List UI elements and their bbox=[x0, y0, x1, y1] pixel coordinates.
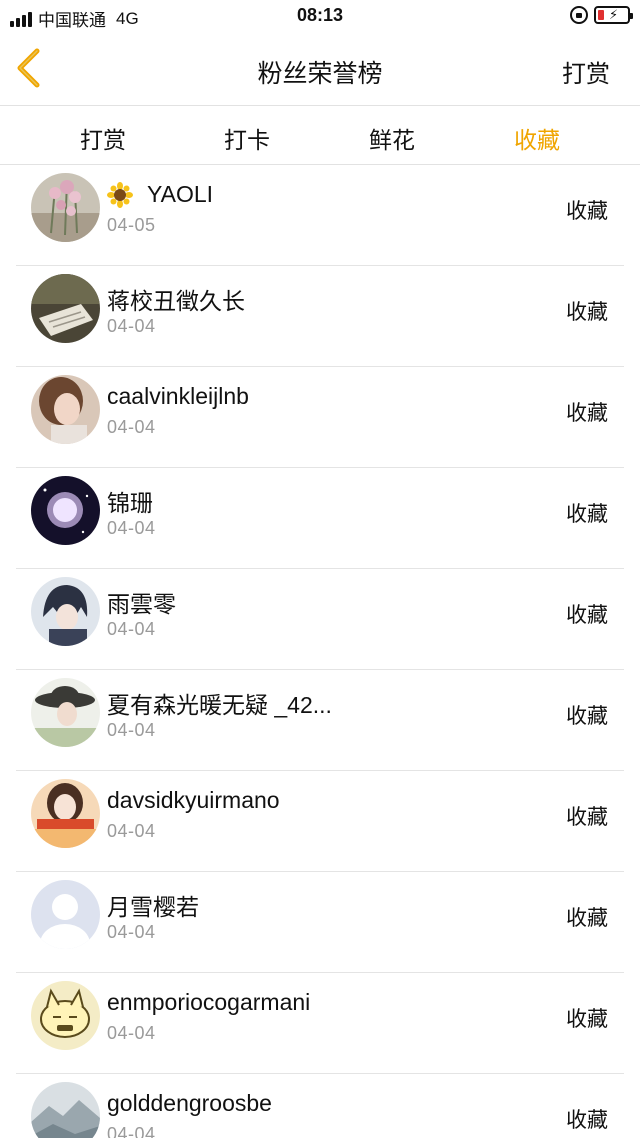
status-right: ⚡ bbox=[570, 6, 633, 24]
fan-date: 04-04 bbox=[107, 316, 156, 336]
tab-bar: 打赏 打卡 鲜花 收藏 bbox=[0, 107, 640, 165]
list-item[interactable]: 雨雲零 04-04 收藏 bbox=[16, 569, 624, 670]
fan-name: 月雪樱若 bbox=[107, 894, 199, 920]
list-item[interactable]: 锦珊 04-04 收藏 bbox=[16, 468, 624, 569]
battery-icon: ⚡ bbox=[594, 6, 633, 24]
page-title: 粉丝荣誉榜 bbox=[257, 60, 383, 88]
avatar bbox=[31, 779, 100, 848]
fan-date: 04-04 bbox=[107, 619, 156, 639]
favorite-label: 收藏 bbox=[566, 402, 608, 425]
avatar bbox=[31, 880, 100, 949]
fan-name: 雨雲零 bbox=[107, 591, 176, 617]
fan-date: 04-04 bbox=[107, 1124, 156, 1138]
list-item[interactable]: YAOLI 04-05 收藏 bbox=[16, 165, 624, 266]
fan-name: davsidkyuirmano bbox=[107, 787, 280, 813]
favorite-label: 收藏 bbox=[566, 1109, 608, 1132]
avatar bbox=[31, 577, 100, 646]
list-item[interactable]: 蒋校丑徵久长 04-04 收藏 bbox=[16, 266, 624, 367]
fan-date: 04-04 bbox=[107, 518, 156, 538]
favorite-label: 收藏 bbox=[566, 301, 608, 324]
tab-flowers[interactable]: 鲜花 bbox=[369, 121, 415, 155]
fan-date: 04-04 bbox=[107, 821, 156, 841]
list-item[interactable]: davsidkyuirmano 04-04 收藏 bbox=[16, 771, 624, 872]
favorite-label: 收藏 bbox=[566, 1008, 608, 1031]
avatar bbox=[31, 981, 100, 1050]
fan-name: YAOLI bbox=[107, 181, 213, 208]
status-time: 08:13 bbox=[296, 5, 344, 25]
fan-name: caalvinkleijlnb bbox=[107, 383, 249, 409]
favorite-label: 收藏 bbox=[566, 200, 608, 223]
fan-name: enmporiocogarmani bbox=[107, 989, 311, 1015]
rotation-lock-icon bbox=[570, 6, 588, 24]
favorite-label: 收藏 bbox=[566, 806, 608, 829]
fan-date: 04-04 bbox=[107, 417, 156, 437]
favorite-label: 收藏 bbox=[566, 705, 608, 728]
avatar bbox=[31, 173, 100, 242]
nav-bar: 粉丝荣誉榜 打赏 bbox=[0, 34, 640, 106]
fan-date: 04-05 bbox=[107, 215, 156, 235]
favorite-label: 收藏 bbox=[566, 907, 608, 930]
fan-date: 04-04 bbox=[107, 1023, 156, 1043]
list-item[interactable]: golddengroosbe 04-04 收藏 bbox=[16, 1074, 624, 1138]
fan-date: 04-04 bbox=[107, 922, 156, 942]
fan-name: 锦珊 bbox=[107, 490, 153, 516]
sunflower-icon bbox=[107, 181, 133, 208]
fan-name: golddengroosbe bbox=[107, 1090, 272, 1116]
avatar bbox=[31, 375, 100, 444]
avatar bbox=[31, 1082, 100, 1138]
fan-date: 04-04 bbox=[107, 720, 156, 740]
list-item[interactable]: enmporiocogarmani 04-04 收藏 bbox=[16, 973, 624, 1074]
favorite-label: 收藏 bbox=[566, 503, 608, 526]
list-item[interactable]: 夏有森光暖无疑 _42... 04-04 收藏 bbox=[16, 670, 624, 771]
fan-list: YAOLI 04-05 收藏 蒋校丑徵久长 04-04 收藏 caalvinkl… bbox=[0, 165, 640, 1138]
fan-name: 夏有森光暖无疑 _42... bbox=[107, 692, 332, 718]
fan-name: 蒋校丑徵久长 bbox=[107, 288, 245, 314]
avatar bbox=[31, 274, 100, 343]
list-item[interactable]: 月雪樱若 04-04 收藏 bbox=[16, 872, 624, 973]
avatar bbox=[31, 678, 100, 747]
tab-favorites[interactable]: 收藏 bbox=[514, 121, 560, 155]
tab-checkin[interactable]: 打卡 bbox=[224, 121, 270, 155]
status-bar: 中国联通 4G 08:13 ⚡ bbox=[0, 0, 640, 34]
tab-reward[interactable]: 打赏 bbox=[80, 121, 126, 155]
list-item[interactable]: caalvinkleijlnb 04-04 收藏 bbox=[16, 367, 624, 468]
favorite-label: 收藏 bbox=[566, 604, 608, 627]
avatar bbox=[31, 476, 100, 545]
fan-name-text: YAOLI bbox=[147, 181, 214, 207]
reward-button[interactable]: 打赏 bbox=[562, 54, 610, 89]
